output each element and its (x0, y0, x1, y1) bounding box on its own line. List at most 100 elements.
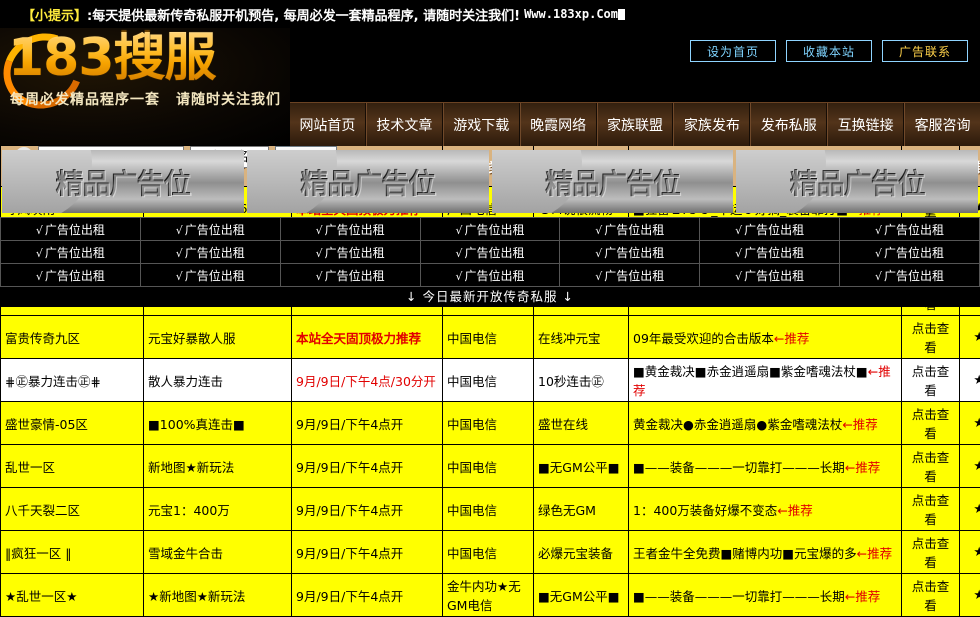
ad-rental-row: √广告位出租√广告位出租√广告位出租√广告位出租√广告位出租√广告位出租√广告位… (1, 241, 980, 264)
table-row[interactable]: 八千天裂二区元宝1：400万9月/9日/下午4点开中国电信绿色无GM1：400万… (1, 488, 980, 531)
nav-item-tech-articles[interactable]: 技术文章 (366, 103, 443, 146)
checkmark-icon: √ (875, 247, 882, 260)
advertising-area: 精品广告位 精品广告位 精品广告位 精品广告位 √广告位出租√广告位出租√广告位… (0, 150, 980, 307)
ad-rental-label: 广告位出租 (185, 223, 245, 237)
cell-server-ip: ★新地图★新玩法 (144, 574, 292, 617)
version-info-text: ■——装备———一切靠打———长期 (633, 460, 845, 475)
set-homepage-button[interactable]: 设为首页 (690, 40, 776, 62)
ad-banner-label: 精品广告位 (55, 162, 190, 202)
checkmark-icon: √ (316, 224, 323, 237)
ad-rental-cell[interactable]: √广告位出租 (420, 218, 560, 241)
ad-rental-cell[interactable]: √广告位出租 (560, 218, 700, 241)
table-row[interactable]: ★乱世一区★★新地图★新玩法9月/9日/下午4点开金牛内功★无GM电信■无GM公… (1, 574, 980, 617)
nav-item-publish-server[interactable]: 发布私服 (750, 103, 827, 146)
detail-view-link[interactable]: 点击查看 (902, 316, 960, 359)
recommend-mark: ←推荐 (857, 546, 892, 561)
checkmark-icon: √ (735, 247, 742, 260)
checkmark-icon: √ (316, 247, 323, 260)
ad-banner-slot[interactable]: 精品广告位 (2, 150, 244, 213)
ad-rental-label: 广告位出租 (185, 269, 245, 283)
main-nav: 网站首页 技术文章 游戏下载 晚霞网络 家族联盟 家族发布 发布私服 互换链接 … (290, 102, 980, 146)
version-info-text: 黄金裁决●赤金逍遥扇●紫金嗜魂法杖 (633, 417, 842, 432)
table-row[interactable]: ‖疯狂一区 ‖雪域金牛合击9月/9日/下午4点开中国电信必爆元宝装备王者金牛全免… (1, 531, 980, 574)
recommend-mark: ←推荐 (845, 589, 880, 604)
cell-open-time: 9月/9日/下午4点开 (292, 531, 443, 574)
detail-view-link[interactable]: 点击查看 (902, 531, 960, 574)
star-rating: ★☆★☆★ (973, 330, 980, 345)
version-info-text: 王者金牛全免费■赌博内功■元宝爆的多 (633, 546, 857, 561)
table-row[interactable]: 乱世一区新地图★新玩法9月/9日/下午4点开中国电信■无GM公平■■——装备——… (1, 445, 980, 488)
ad-rental-label: 广告位出租 (464, 246, 524, 260)
version-info-text: ■——装备———一切靠打———长期 (633, 589, 845, 604)
table-row[interactable]: 盛世豪情-05区■100%真连击■9月/9日/下午4点开中国电信盛世在线黄金裁决… (1, 402, 980, 445)
cell-service-qq: ■无GM公平■ (534, 445, 629, 488)
detail-view-link[interactable]: 点击查看 (902, 359, 960, 402)
detail-view-link[interactable]: 点击查看 (902, 402, 960, 445)
logo-area[interactable]: 183搜服 每周必发精品程序一套请随时关注我们 (0, 28, 290, 145)
star-rating: ★☆★☆★ (973, 545, 980, 560)
ad-rental-cell[interactable]: √广告位出租 (280, 241, 420, 264)
ad-rental-cell[interactable]: √广告位出租 (420, 264, 560, 287)
nav-item-clan-alliance[interactable]: 家族联盟 (597, 103, 674, 146)
nav-item-customer-service[interactable]: 客服咨询 (904, 103, 980, 146)
ad-banner-slot[interactable]: 精品广告位 (247, 150, 489, 213)
cell-star-rating: ★☆★☆★ (960, 359, 980, 402)
cell-server-ip: ■100%真连击■ (144, 402, 292, 445)
ad-banner-slot[interactable]: 精品广告位 (736, 150, 978, 213)
checkmark-icon: √ (455, 247, 462, 260)
detail-view-link[interactable]: 点击查看 (902, 488, 960, 531)
ad-rental-cell[interactable]: √广告位出租 (700, 218, 840, 241)
ad-rental-cell[interactable]: √广告位出租 (1, 264, 141, 287)
version-info-wrap: 1：400万装备好爆不变态←推荐 (633, 503, 813, 518)
ad-rental-cell[interactable]: √广告位出租 (140, 264, 280, 287)
checkmark-icon: √ (595, 270, 602, 283)
checkmark-icon: √ (735, 270, 742, 283)
ad-rental-cell[interactable]: √广告位出租 (560, 241, 700, 264)
ad-rental-cell[interactable]: √广告位出租 (840, 264, 980, 287)
table-row[interactable]: 富贵传奇九区元宝好暴散人服本站全天固顶极力推荐中国电信在线冲元宝09年最受欢迎的… (1, 316, 980, 359)
ad-rental-label: 广告位出租 (884, 246, 944, 260)
cell-server-name: 盛世豪情-05区 (1, 402, 144, 445)
ad-contact-button[interactable]: 广告联系 (882, 40, 968, 62)
logo-subtitle-right: 请随时关注我们 (176, 92, 281, 108)
ad-banner-label: 精品广告位 (545, 162, 680, 202)
ad-rental-cell[interactable]: √广告位出租 (700, 264, 840, 287)
ad-rental-cell[interactable]: √广告位出租 (280, 218, 420, 241)
ad-rental-cell[interactable]: √广告位出租 (560, 264, 700, 287)
cell-server-ip: 元宝1：400万 (144, 488, 292, 531)
ad-banner-slot[interactable]: 精品广告位 (492, 150, 734, 213)
nav-item-wanxia-network[interactable]: 晚霞网络 (520, 103, 597, 146)
logo-title: 183搜服 (8, 32, 216, 84)
ad-rental-cell[interactable]: √广告位出租 (840, 241, 980, 264)
ad-rental-cell[interactable]: √广告位出租 (140, 218, 280, 241)
cell-line-type: 中国电信 (443, 488, 534, 531)
cell-open-time: 9月/9日/下午4点/30分开 (292, 359, 443, 402)
nav-item-exchange-links[interactable]: 互换链接 (827, 103, 904, 146)
ad-rental-cell[interactable]: √广告位出租 (700, 241, 840, 264)
top-right-buttons: 设为首页 收藏本站 广告联系 (690, 40, 968, 62)
cell-server-ip: 雪域金牛合击 (144, 531, 292, 574)
cell-star-rating: ★☆★☆★ (960, 488, 980, 531)
cell-open-time: 9月/9日/下午4点开 (292, 488, 443, 531)
detail-view-link[interactable]: 点击查看 (902, 574, 960, 617)
ad-rental-cell[interactable]: √广告位出租 (1, 241, 141, 264)
bookmark-site-button[interactable]: 收藏本站 (786, 40, 872, 62)
nav-item-clan-publish[interactable]: 家族发布 (673, 103, 750, 146)
ad-rental-label: 广告位出租 (325, 269, 385, 283)
ad-rental-cell[interactable]: √广告位出租 (280, 264, 420, 287)
ad-rental-cell[interactable]: √广告位出租 (420, 241, 560, 264)
cell-service-qq: 在线冲元宝 (534, 316, 629, 359)
cell-server-name: 富贵传奇九区 (1, 316, 144, 359)
table-row[interactable]: ⋕㊣暴力连击㊣⋕散人暴力连击9月/9日/下午4点/30分开中国电信10秒连击㊣■… (1, 359, 980, 402)
nav-item-game-download[interactable]: 游戏下载 (443, 103, 520, 146)
checkmark-icon: √ (36, 247, 43, 260)
cell-server-name: ‖疯狂一区 ‖ (1, 531, 144, 574)
ad-rental-cell[interactable]: √广告位出租 (1, 218, 141, 241)
version-info-wrap: ■——装备———一切靠打———长期←推荐 (633, 589, 880, 604)
detail-view-link[interactable]: 点击查看 (902, 445, 960, 488)
ad-rental-cell[interactable]: √广告位出租 (140, 241, 280, 264)
open-time-text: 9月/9日/下午4点开 (296, 546, 403, 561)
ad-rental-label: 广告位出租 (45, 269, 105, 283)
ad-rental-cell[interactable]: √广告位出租 (840, 218, 980, 241)
version-info-wrap: ■黄金裁决■赤金逍遥扇■紫金嗜魂法杖■←推荐 (633, 364, 891, 398)
